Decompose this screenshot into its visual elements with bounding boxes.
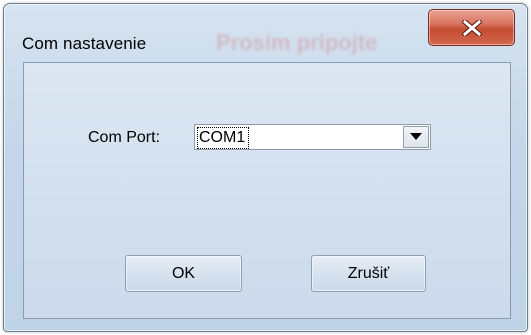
chevron-down-icon [410, 128, 422, 146]
background-window-title: Prosím pripojte [216, 30, 378, 55]
window-title: Com nastavenie [22, 34, 147, 53]
com-port-selected-value[interactable]: COM1 [197, 127, 250, 149]
com-port-label: Com Port: [88, 129, 161, 146]
close-icon [461, 19, 482, 36]
cancel-button[interactable]: Zrušiť [311, 255, 426, 292]
title-bar[interactable]: Prosím pripojte Com nastavenie [4, 4, 527, 58]
ok-button[interactable]: OK [125, 255, 242, 292]
com-settings-dialog: Prosím pripojte Com nastavenie Com Port:… [3, 3, 528, 332]
close-button[interactable] [428, 9, 515, 46]
com-port-select[interactable]: COM1 [194, 124, 431, 150]
dialog-content: Com Port: COM1 OK Zrušiť [23, 62, 511, 319]
dropdown-button[interactable] [403, 126, 429, 148]
